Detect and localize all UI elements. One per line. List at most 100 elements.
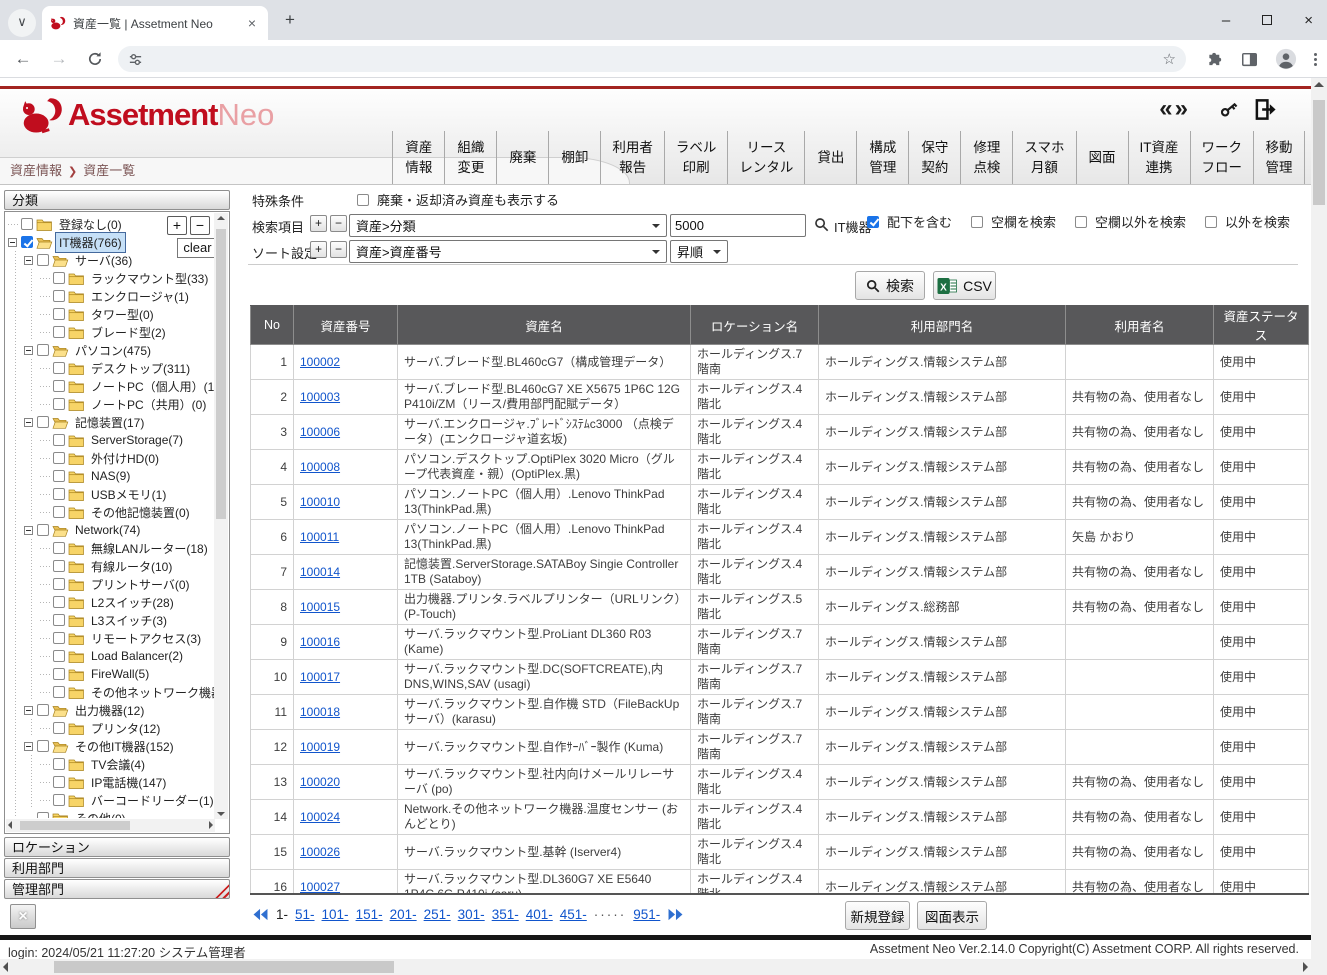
asset-number-link[interactable]: 100026	[300, 845, 340, 859]
tree-node[interactable]: その他記憶装置(0)	[8, 503, 214, 521]
tree-checkbox[interactable]	[37, 704, 49, 716]
tree-checkbox[interactable]	[53, 452, 65, 464]
tree-label[interactable]: その他ネットワーク機器(5)	[88, 683, 214, 702]
tree-checkbox[interactable]	[53, 272, 65, 284]
tree-node[interactable]: その他IT機器(152)	[8, 737, 214, 755]
tree-label[interactable]: 外付けHD(0)	[88, 449, 162, 468]
pagination-page-link[interactable]: 951-	[633, 907, 660, 922]
tree-node[interactable]: FireWall(5)	[8, 665, 214, 683]
tree-checkbox[interactable]	[37, 416, 49, 428]
tree-checkbox[interactable]	[37, 812, 49, 818]
pagination-page-link[interactable]: 51-	[295, 907, 315, 922]
tree-checkbox[interactable]	[37, 740, 49, 752]
asset-number-link[interactable]: 100003	[300, 390, 340, 404]
tree-label[interactable]: NAS(9)	[88, 468, 133, 484]
app-logo[interactable]: AssetmentNeo	[20, 96, 274, 134]
tree-node[interactable]: ノートPC（共用）(0)	[8, 395, 214, 413]
window-close-button[interactable]: ×	[1304, 12, 1313, 29]
asset-number-link[interactable]: 100015	[300, 600, 340, 614]
forward-icon[interactable]: →	[46, 49, 72, 69]
extensions-puzzle-icon[interactable]	[1207, 51, 1224, 68]
menu-item-14[interactable]: IT資産連携	[1128, 131, 1190, 184]
tab-close-icon[interactable]: ×	[244, 15, 260, 31]
tree-checkbox[interactable]	[53, 758, 65, 770]
tree-label[interactable]: 出力機器(12)	[72, 701, 147, 720]
drawing-view-button[interactable]: 図面表示	[917, 901, 987, 930]
menu-item-3[interactable]: 廃棄	[496, 131, 548, 184]
tree-node[interactable]: ノートPC（個人用）(164)	[8, 377, 214, 395]
remove-sort-row-button[interactable]: −	[330, 241, 347, 258]
tree-node[interactable]: 有線ルータ(10)	[8, 557, 214, 575]
tree-checkbox[interactable]	[53, 542, 65, 554]
tree-node[interactable]: NAS(9)	[8, 467, 214, 485]
tree-collapse-toggle-icon[interactable]	[24, 418, 33, 427]
tree-checkbox[interactable]	[53, 686, 65, 698]
pagination-page-link[interactable]: 351-	[492, 907, 519, 922]
option-checkbox[interactable]	[1075, 216, 1087, 228]
tree-checkbox[interactable]	[53, 596, 65, 608]
pagination-page-link[interactable]: 201-	[390, 907, 417, 922]
menu-item-8[interactable]: 貸出	[804, 131, 856, 184]
tree-node[interactable]: その他ネットワーク機器(5)	[8, 683, 214, 701]
resize-grip-icon[interactable]	[215, 884, 229, 898]
tree-label[interactable]: ServerStorage(7)	[88, 432, 186, 448]
tree-collapse-toggle-icon[interactable]	[24, 706, 33, 715]
tree-label[interactable]: デスクトップ(311)	[88, 359, 193, 378]
window-maximize-button[interactable]	[1262, 15, 1272, 25]
tree-label[interactable]: その他IT機器(152)	[72, 737, 177, 756]
option-checkbox[interactable]	[971, 216, 983, 228]
tree-label[interactable]: その他(0)	[72, 809, 129, 819]
search-field-select[interactable]: 資産>分類	[349, 214, 667, 237]
tree-checkbox[interactable]	[53, 290, 65, 302]
tree-checkbox[interactable]	[53, 578, 65, 590]
browser-menu-icon[interactable]	[1314, 51, 1317, 68]
menu-item-13[interactable]: 図面	[1076, 131, 1128, 184]
sidebar-close-button[interactable]: ×	[10, 904, 36, 929]
tree-node[interactable]: Load Balancer(2)	[8, 647, 214, 665]
pagination-page-link[interactable]: 101-	[322, 907, 349, 922]
tree-checkbox[interactable]	[53, 308, 65, 320]
scroll-right-icon[interactable]	[209, 821, 213, 829]
menu-item-2[interactable]: 組織変更	[444, 131, 496, 184]
classification-search-icon[interactable]	[814, 217, 829, 232]
menu-item-5[interactable]: 利用者報告	[600, 131, 664, 184]
sort-field-select[interactable]: 資産>資産番号	[349, 240, 667, 263]
menu-item-10[interactable]: 保守契約	[908, 131, 960, 184]
scrollbar-thumb[interactable]	[54, 961, 394, 973]
tree-node[interactable]: エンクロージャ(1)	[8, 287, 214, 305]
remove-search-row-button[interactable]: −	[330, 215, 347, 232]
asset-number-link[interactable]: 100014	[300, 565, 340, 579]
tree-node[interactable]: IP電話機(147)	[8, 773, 214, 791]
asset-number-link[interactable]: 100018	[300, 705, 340, 719]
tree-node[interactable]: L3スイッチ(3)	[8, 611, 214, 629]
tree-label[interactable]: USBメモリ(1)	[88, 485, 169, 504]
tree-node[interactable]: ラックマウント型(33)	[8, 269, 214, 287]
address-bar[interactable]: ☆	[118, 46, 1186, 72]
tree-label[interactable]: Network(74)	[72, 522, 143, 538]
tree-checkbox[interactable]	[53, 398, 65, 410]
tree-label[interactable]: 登録なし(0)	[56, 215, 125, 234]
tree-label[interactable]: プリントサーバ(0)	[88, 575, 193, 594]
tab-search-button[interactable]: ∨	[8, 9, 36, 37]
scrollbar-thumb[interactable]	[1313, 100, 1325, 205]
tree-checkbox[interactable]	[53, 722, 65, 734]
tree-label[interactable]: TV会議(4)	[88, 755, 148, 774]
password-key-icon[interactable]	[1218, 98, 1240, 120]
tree-node[interactable]: USBメモリ(1)	[8, 485, 214, 503]
menu-item-11[interactable]: 修理点検	[960, 131, 1012, 184]
tree-node[interactable]: 出力機器(12)	[8, 701, 214, 719]
tree-label[interactable]: L3スイッチ(3)	[88, 611, 170, 630]
menu-item-6[interactable]: ラベル印刷	[664, 131, 728, 184]
breadcrumb-item[interactable]: 資産情報	[10, 163, 62, 178]
pagination-page-link[interactable]: 451-	[560, 907, 587, 922]
tree-label[interactable]: その他記憶装置(0)	[88, 503, 193, 522]
tree-checkbox[interactable]	[53, 506, 65, 518]
menu-item-9[interactable]: 構成管理	[856, 131, 908, 184]
tree-node[interactable]: リモートアクセス(3)	[8, 629, 214, 647]
pagination-page-link[interactable]: 251-	[424, 907, 451, 922]
menu-item-1[interactable]: 資産情報	[392, 131, 444, 184]
tree-node[interactable]: プリンタ(12)	[8, 719, 214, 737]
side-panel-icon[interactable]	[1241, 52, 1258, 67]
tree-label[interactable]: パソコン(475)	[72, 341, 154, 360]
add-sort-row-button[interactable]: +	[310, 241, 327, 258]
